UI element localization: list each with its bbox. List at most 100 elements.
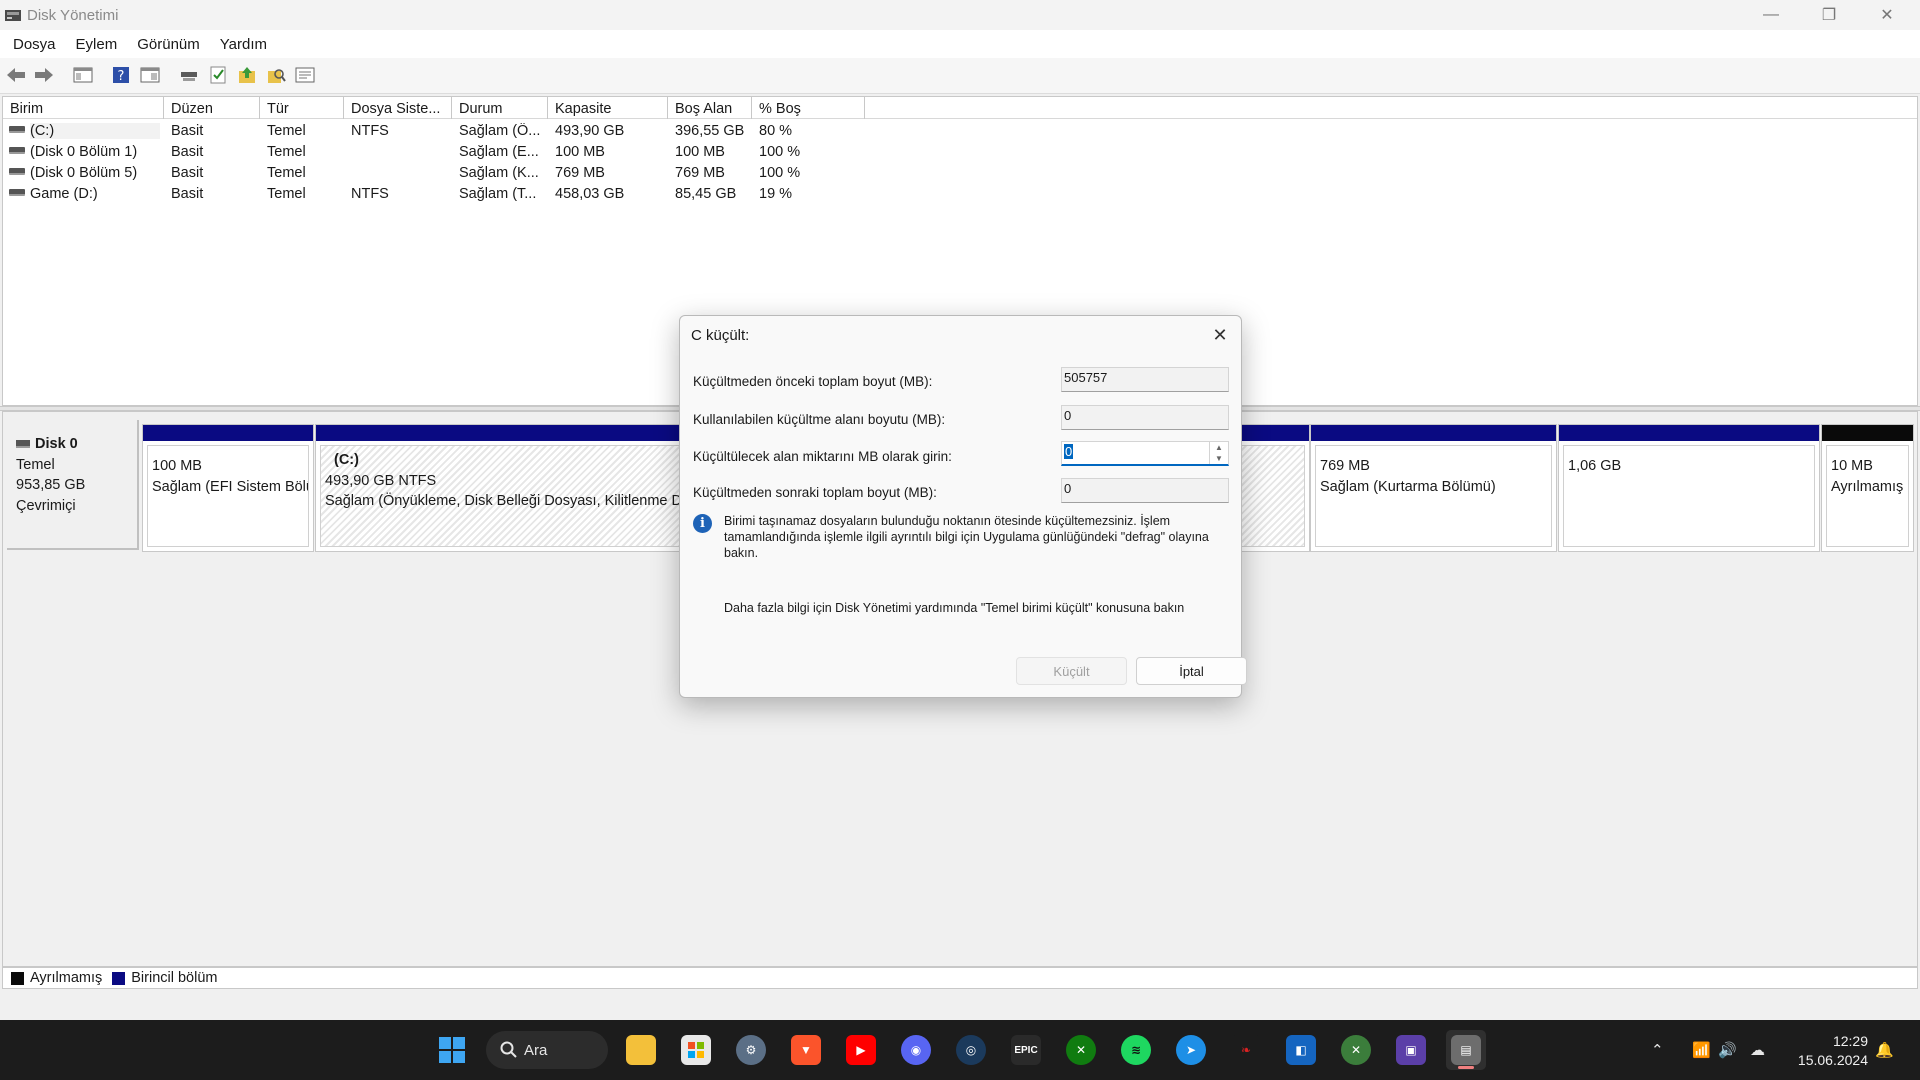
browser-icon[interactable]: ➤ [1171, 1030, 1211, 1070]
show-hidden-icons-icon[interactable]: ⌃ [1651, 1020, 1664, 1080]
cell-kapasite: 769 MB [555, 165, 605, 181]
clock-date: 15.06.2024 [1797, 1052, 1868, 1068]
partition-status: Sağlam (Kurtarma Bölümü) [1320, 478, 1496, 495]
partition-size: 100 MB [152, 458, 202, 474]
column-bos-alan[interactable]: Boş Alan [668, 97, 752, 119]
menu-eylem[interactable]: Eylem [76, 36, 118, 53]
column-dosya-sistemi[interactable]: Dosya Siste... [344, 97, 452, 119]
notification-icon[interactable]: 🔔 [1875, 1020, 1894, 1080]
disk-0-label[interactable]: Disk 0 Temel 953,85 GB Çevrimiçi [7, 420, 139, 550]
menu-bar: Dosya Eylem Görünüm Yardım [0, 30, 1920, 58]
drive-icon [9, 168, 25, 175]
cell-kapasite: 100 MB [555, 144, 605, 160]
xbox-game-bar-icon[interactable]: ✕ [1336, 1030, 1376, 1070]
file-explorer-icon[interactable] [621, 1030, 661, 1070]
wifi-icon[interactable]: 📶 [1692, 1020, 1711, 1080]
youtube-icon[interactable]: ▶ [841, 1030, 881, 1070]
back-icon[interactable] [5, 64, 27, 86]
discord-icon[interactable]: ◉ [896, 1030, 936, 1070]
steam-icon[interactable]: ◎ [951, 1030, 991, 1070]
partition-size: 769 MB [1320, 458, 1370, 474]
cell-tur: Temel [267, 186, 306, 202]
shrink-amount-input[interactable]: 0 ▲ ▼ [1061, 441, 1229, 466]
help-icon[interactable]: ? [110, 64, 132, 86]
column-durum[interactable]: Durum [452, 97, 548, 119]
partition-info: 100 MB Sağlam (EFI Sistem Bölü [147, 445, 309, 547]
cell-birim: Game (D:) [30, 186, 98, 202]
connect-icon[interactable] [178, 64, 200, 86]
volume-list-header: Birim Düzen Tür Dosya Siste... Durum Kap… [3, 97, 1917, 119]
minimize-button[interactable]: — [1742, 0, 1800, 30]
cell-tur: Temel [267, 123, 306, 139]
cancel-button[interactable]: İptal [1136, 657, 1247, 685]
partition-status: Sağlam (EFI Sistem Bölü [152, 478, 309, 495]
menu-yardim[interactable]: Yardım [220, 36, 267, 53]
partition-info: 1,06 GB [1563, 445, 1815, 547]
close-window-button[interactable]: ✕ [1858, 0, 1916, 30]
primary-partition-bar [1311, 425, 1556, 441]
partition-unallocated[interactable]: 10 MB Ayrılmamış [1821, 424, 1914, 552]
total-size-after-field: 0 [1061, 478, 1229, 503]
search-icon[interactable] [265, 64, 287, 86]
partition-efi[interactable]: 100 MB Sağlam (EFI Sistem Bölü [142, 424, 314, 552]
properties-view-icon[interactable] [139, 64, 161, 86]
cell-kapasite: 493,90 GB [555, 123, 625, 139]
restore-button[interactable]: ❐ [1800, 0, 1858, 30]
column-tur[interactable]: Tür [260, 97, 344, 119]
cloud-icon[interactable]: ☁ [1750, 1020, 1765, 1080]
column-birim[interactable]: Birim [3, 97, 164, 119]
total-size-before-field: 505757 [1061, 367, 1229, 392]
spin-up-icon[interactable]: ▲ [1215, 443, 1223, 452]
table-row[interactable]: (Disk 0 Bölüm 1) Basit Temel Sağlam (E..… [3, 142, 1917, 163]
table-row[interactable]: (Disk 0 Bölüm 5) Basit Temel Sağlam (K..… [3, 163, 1917, 184]
start-icon[interactable] [432, 1030, 472, 1070]
spotify-icon[interactable]: ≋ [1116, 1030, 1156, 1070]
svg-text:?: ? [118, 69, 125, 84]
menu-dosya[interactable]: Dosya [13, 36, 56, 53]
epic-games-icon[interactable]: EPIC [1006, 1030, 1046, 1070]
redragon-icon[interactable]: ❧ [1226, 1030, 1266, 1070]
xbox-icon[interactable]: ✕ [1061, 1030, 1101, 1070]
cpu-icon[interactable]: ▣ [1391, 1030, 1431, 1070]
menu-gorunum[interactable]: Görünüm [137, 36, 200, 53]
clock-time: 12:29 [1832, 1033, 1868, 1049]
checklist-icon[interactable] [207, 64, 229, 86]
table-row[interactable]: (C:) Basit Temel NTFS Sağlam (Ö... 493,9… [3, 121, 1917, 142]
disk-management-icon[interactable]: ▤ [1446, 1030, 1486, 1070]
help-text: Daha fazla bilgi için Disk Yönetimi yard… [724, 601, 1185, 615]
folder-up-icon[interactable] [236, 64, 258, 86]
brave-icon[interactable]: ▼ [786, 1030, 826, 1070]
column-yuzde-bos[interactable]: % Boş [752, 97, 865, 119]
column-kapasite[interactable]: Kapasite [548, 97, 668, 119]
cell-birim: (Disk 0 Bölüm 1) [30, 144, 138, 160]
volume-icon[interactable]: 🔊 [1718, 1020, 1737, 1080]
partition-1-06gb[interactable]: 1,06 GB [1558, 424, 1820, 552]
cell-tur: Temel [267, 165, 306, 181]
column-duzen[interactable]: Düzen [164, 97, 260, 119]
microsoft-store-icon[interactable] [676, 1030, 716, 1070]
partition-recovery[interactable]: 769 MB Sağlam (Kurtarma Bölümü) [1310, 424, 1557, 552]
cell-durum: Sağlam (E... [459, 144, 539, 160]
cell-duzen: Basit [171, 144, 204, 160]
legend: Ayrılmamış Birincil bölüm [2, 967, 1918, 989]
cell-dosya-sistemi: NTFS [351, 123, 389, 139]
cell-bos-alan: 396,55 GB [675, 123, 745, 139]
cell-dosya-sistemi: NTFS [351, 186, 389, 202]
app-icon[interactable]: ◧ [1281, 1030, 1321, 1070]
settings-icon[interactable]: ⚙ [731, 1030, 771, 1070]
cell-duzen: Basit [171, 123, 204, 139]
settings-icon[interactable] [294, 64, 316, 86]
drive-icon [9, 126, 25, 133]
available-shrink-label: Kullanılabilen küçültme alanı boyutu (MB… [693, 412, 946, 427]
close-icon[interactable]: ✕ [1209, 324, 1231, 346]
disk-name: Disk 0 [16, 434, 137, 455]
forward-icon[interactable] [33, 64, 55, 86]
search-label: Ara [524, 1041, 548, 1059]
shrink-amount-stepper[interactable]: ▲ ▼ [1209, 442, 1228, 464]
clock[interactable]: 12:29 15.06.2024 [1798, 1032, 1868, 1070]
table-row[interactable]: Game (D:) Basit Temel NTFS Sağlam (T... … [3, 184, 1917, 205]
search-box[interactable]: Ara [486, 1031, 608, 1069]
console-tree-icon[interactable] [72, 64, 94, 86]
shrink-button[interactable]: Küçült [1016, 657, 1127, 685]
spin-down-icon[interactable]: ▼ [1215, 454, 1223, 463]
